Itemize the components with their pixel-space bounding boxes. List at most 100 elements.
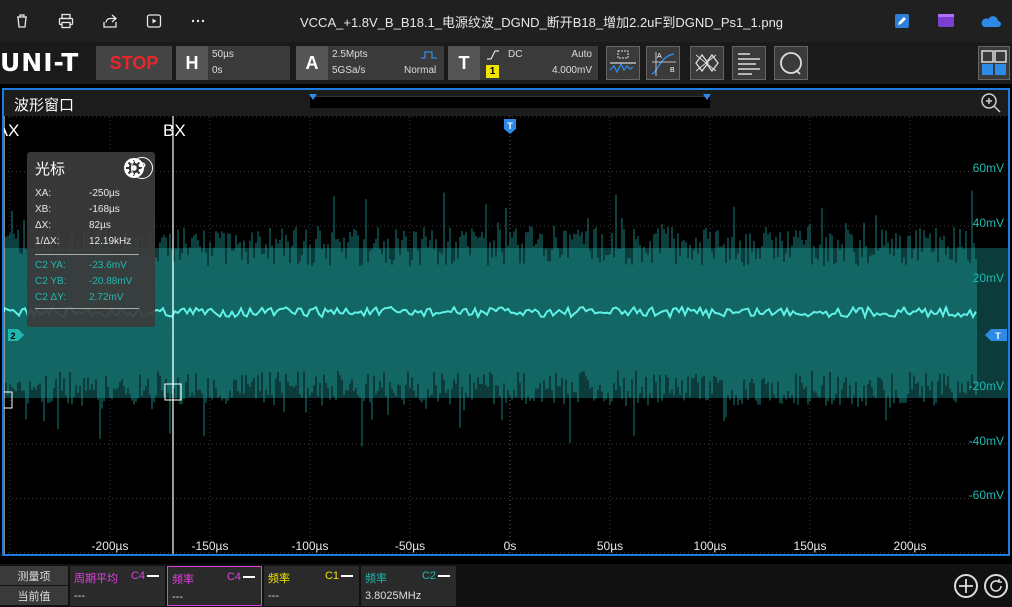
cursor-readout-row: 1/ΔX: 12.19kHz xyxy=(35,236,131,247)
trigger-source-badge: 1 xyxy=(486,65,499,78)
trigger-letter: T xyxy=(448,46,480,80)
acquire-letter: A xyxy=(296,46,328,80)
cursor-readout-key: C2 ΔY: xyxy=(35,292,67,303)
x-axis-label: 50µs xyxy=(597,539,623,553)
measurement-bar: 测量项 当前值 周期平均 C4 --- 频率 C4 --- 频率 C1 --- 频率 C2 3.802… xyxy=(0,564,1012,607)
acquire-panel[interactable]: A 2.5Mpts 5GSa/s Normal xyxy=(296,46,444,80)
waveform-window-header: 波形窗口 xyxy=(4,90,1008,116)
trigger-position-marker-label: T xyxy=(507,121,513,131)
overview-right-marker-icon xyxy=(703,94,711,100)
measurement-name: 频率 xyxy=(172,574,194,586)
run-stop-button[interactable]: STOP xyxy=(96,46,172,80)
waveform-window-title: 波形窗口 xyxy=(14,97,75,114)
trigger-panel[interactable]: T DC 1 Auto 4.000mV xyxy=(448,46,598,80)
viewer-toolbar: VCCA_+1.8V_B_B18.1_电源纹波_DGND_断开B18_增加2.2… xyxy=(0,0,1012,42)
measurement-source-dash xyxy=(147,575,159,577)
svg-text:A: A xyxy=(657,53,662,60)
measurement-value: 3.8025MHz xyxy=(365,590,422,602)
cursor-readout-row: C2 YB: -20.88mV xyxy=(35,276,132,287)
measurement-value: --- xyxy=(268,590,279,602)
y-axis-label: 60mV xyxy=(973,161,1004,175)
channel-2-offset-label: 2 xyxy=(10,331,15,341)
help-icon[interactable]: ? xyxy=(131,157,153,179)
acquire-mode: Normal xyxy=(404,65,437,76)
memory-overview-bar[interactable] xyxy=(309,94,711,108)
horizontal-letter: H xyxy=(176,46,208,80)
x-axis-label: -100µs xyxy=(292,539,329,553)
cursor-b-label: BX xyxy=(163,121,186,140)
share-icon[interactable] xyxy=(88,0,132,42)
y-axis-label: -20mV xyxy=(969,379,1004,393)
cursor-readout-row: C2 ΔY: 2.72mV xyxy=(35,292,123,303)
rising-edge-icon xyxy=(487,50,499,60)
y-axis-label: 20mV xyxy=(973,271,1004,285)
measurement-source: C1 xyxy=(324,570,339,582)
x-axis-label: -50µs xyxy=(395,539,425,553)
measurement-cell[interactable]: 频率 C4 --- xyxy=(167,566,262,606)
measurement-name: 周期平均 xyxy=(74,573,118,585)
refresh-icon xyxy=(990,579,1002,592)
cursor-a-label: AX xyxy=(4,121,19,140)
horizontal-panel[interactable]: H 50µs 0s xyxy=(176,46,290,80)
x-axis-label: 100µs xyxy=(694,539,727,553)
measure-item-label: 测量项 xyxy=(0,566,68,585)
zoom-in-icon[interactable] xyxy=(980,92,1002,114)
svg-text:B: B xyxy=(670,67,675,74)
layout-grid-icon[interactable] xyxy=(978,46,1010,80)
delete-icon[interactable] xyxy=(0,0,44,42)
trigger-level: 4.000mV xyxy=(551,65,592,76)
more-icon[interactable] xyxy=(176,0,220,42)
measurement-value: --- xyxy=(74,590,85,602)
cursor-measure-icon[interactable] xyxy=(606,46,640,80)
cursor-readout-key: C2 YB: xyxy=(35,276,67,287)
uni-t-logo: UNI-T xyxy=(0,48,80,77)
slideshow-icon[interactable] xyxy=(132,0,176,42)
cursor-ab-icon[interactable]: AB xyxy=(646,46,680,80)
timebase-scale: 50µs xyxy=(212,49,234,60)
measurement-cell[interactable]: 频率 C2 3.8025MHz xyxy=(361,566,456,606)
eye-diagram-icon[interactable] xyxy=(690,46,724,80)
trigger-level-label: T xyxy=(995,331,1001,341)
cursor-readout-key: XB: xyxy=(35,204,52,215)
cursor-readout-value: 12.19kHz xyxy=(89,236,132,247)
clipchamp-icon[interactable] xyxy=(924,0,968,42)
edit-icon[interactable] xyxy=(880,0,924,42)
sample-rate: 5GSa/s xyxy=(332,65,366,76)
cursor-info-panel: 光标 ? XA: -250µs XB: -168µs ΔX: 82µs 1/ΔX: 12.19… xyxy=(27,152,155,327)
x-axis-label: -150µs xyxy=(192,539,229,553)
scope-toolbar: UNI-T STOP H 50µs 0s A 2.5Mpts 5GSa/s No… xyxy=(0,42,1012,84)
scope-screenshot-viewer: VCCA_+1.8V_B_B18.1_电源纹波_DGND_断开B18_增加2.2… xyxy=(0,0,1012,607)
print-icon[interactable] xyxy=(44,0,88,42)
trigger-coupling: DC xyxy=(508,49,523,60)
cursor-panel-title: 光标 xyxy=(35,161,66,178)
y-axis-label: -40mV xyxy=(969,434,1004,448)
cursor-readout-key: 1/ΔX: xyxy=(35,236,60,247)
memory-depth: 2.5Mpts xyxy=(332,49,368,60)
measure-list-icon[interactable] xyxy=(732,46,766,80)
cursor-readout-row: XB: -168µs xyxy=(35,204,120,215)
y-axis-label: -60mV xyxy=(969,488,1004,502)
cursor-readout-key: C2 YA: xyxy=(35,260,66,271)
cursor-readout-value: -20.88mV xyxy=(89,276,133,287)
measurement-cell[interactable]: 周期平均 C4 --- xyxy=(70,566,165,606)
file-title: VCCA_+1.8V_B_B18.1_电源纹波_DGND_断开B18_增加2.2… xyxy=(300,15,784,30)
x-axis-label: 150µs xyxy=(794,539,827,553)
cursor-readout-row: XA: -250µs xyxy=(35,188,120,199)
refresh-button[interactable] xyxy=(984,574,1008,598)
search-circle-icon[interactable] xyxy=(774,46,808,80)
measurement-cell[interactable]: 频率 C1 --- xyxy=(264,566,359,606)
y-axis-label: 40mV xyxy=(973,216,1004,230)
x-axis-labels: -200µs -150µs -100µs -50µs 0s 50µs 100µs 150µs 2… xyxy=(92,539,927,553)
onedrive-icon[interactable] xyxy=(968,0,1012,42)
trigger-sweep: Auto xyxy=(571,49,592,60)
overview-left-marker-icon xyxy=(309,94,317,100)
measurement-source-dash xyxy=(243,576,255,578)
cursor-panel-divider xyxy=(35,308,139,309)
measurement-name: 频率 xyxy=(365,573,387,585)
add-measurement-button[interactable] xyxy=(954,574,978,598)
x-axis-label: -200µs xyxy=(92,539,129,553)
measurement-value: --- xyxy=(172,591,183,603)
measurement-source: C4 xyxy=(130,570,145,582)
cursor-panel-divider xyxy=(35,254,139,255)
cursor-readout-value: -250µs xyxy=(89,188,120,199)
